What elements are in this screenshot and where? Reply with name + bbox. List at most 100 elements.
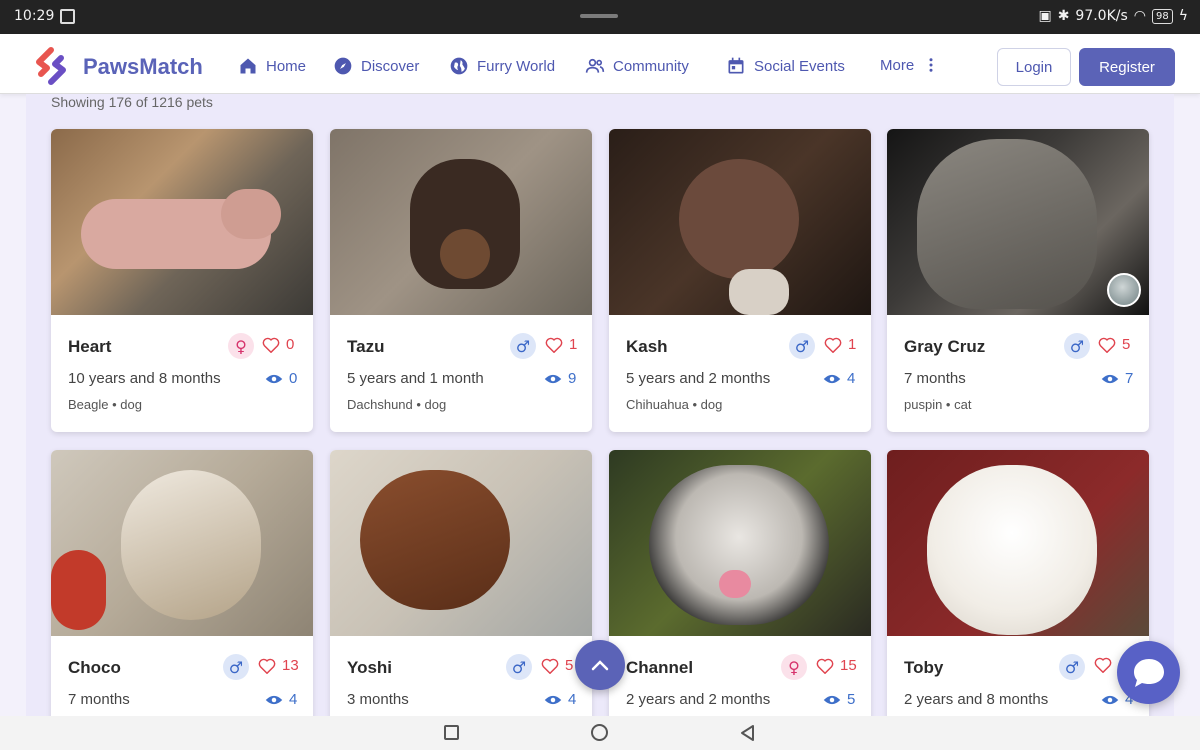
likes[interactable]: 1	[545, 336, 577, 353]
nav-community-label: Community	[613, 57, 689, 75]
pet-photo[interactable]	[609, 129, 871, 315]
views-count: 9	[568, 370, 577, 387]
drag-handle[interactable]	[580, 14, 618, 18]
compass-icon	[334, 57, 352, 75]
pet-age: 5 years and 1 month	[347, 370, 484, 387]
pet-photo[interactable]	[887, 450, 1149, 636]
views: 4	[823, 370, 855, 387]
chat-button[interactable]	[1117, 641, 1180, 704]
nav-community[interactable]: Community	[585, 56, 689, 76]
views: 7	[1101, 370, 1133, 387]
nav-discover[interactable]: Discover	[333, 56, 419, 76]
views-count: 4	[847, 370, 856, 387]
nav-social-events[interactable]: Social Events	[726, 56, 845, 76]
pet-photo[interactable]	[887, 129, 1149, 315]
likes[interactable]: 5	[541, 657, 573, 674]
brand-name[interactable]: PawsMatch	[83, 54, 203, 80]
net-speed: 97.0K/s	[1075, 8, 1128, 24]
wifi-icon: ◠	[1133, 8, 1147, 24]
gender-male-icon: ♂	[223, 654, 249, 680]
system-navigation-bar	[0, 716, 1200, 750]
nav-discover-label: Discover	[361, 57, 420, 75]
globe-icon	[450, 57, 468, 75]
views: 4	[265, 691, 297, 708]
pet-age: 2 years and 8 months	[904, 691, 1049, 708]
pet-breed: Chihuahua • dog	[626, 397, 723, 412]
pet-card[interactable]: Toby ♂ 2 years and 8 months 4	[887, 450, 1149, 716]
pet-age: 2 years and 2 months	[626, 691, 771, 708]
scroll-to-top-button[interactable]	[575, 640, 625, 690]
eye-icon	[1101, 374, 1119, 383]
nav-home[interactable]: Home	[238, 56, 306, 76]
eye-icon	[823, 695, 841, 704]
pet-breed: Dachshund • dog	[347, 397, 447, 412]
pawsmatch-logo-icon[interactable]	[33, 46, 69, 86]
likes[interactable]: 0	[262, 336, 294, 353]
likes-count: 0	[286, 336, 295, 353]
pet-name: Yoshi	[347, 658, 393, 677]
heart-icon	[1094, 657, 1112, 673]
pet-name: Channel	[626, 658, 694, 677]
likes-count: 5	[565, 657, 574, 674]
people-icon	[585, 58, 605, 73]
heart-icon	[824, 337, 842, 353]
likes[interactable]: 5	[1098, 336, 1130, 353]
pet-card[interactable]: Yoshi ♂ 5 3 months 4	[330, 450, 592, 716]
pet-name: Gray Cruz	[904, 337, 986, 356]
likes-count: 13	[282, 657, 299, 674]
views-count: 4	[289, 691, 298, 708]
pet-photo[interactable]	[330, 450, 592, 636]
top-navbar: PawsMatch Home Discover Furry World Comm…	[0, 34, 1200, 94]
likes[interactable]: 1	[824, 336, 856, 353]
gender-male-icon: ♂	[510, 333, 536, 359]
gender-male-icon: ♂	[1064, 333, 1090, 359]
views-count: 7	[1125, 370, 1134, 387]
owner-avatar[interactable]	[1107, 273, 1141, 307]
pet-card[interactable]: Channel ♀ 15 2 years and 2 months 5	[609, 450, 871, 716]
gender-male-icon: ♂	[1059, 654, 1085, 680]
heart-icon	[258, 658, 276, 674]
pet-name: Heart	[68, 337, 112, 356]
likes[interactable]: 15	[816, 657, 857, 674]
pet-age: 3 months	[347, 691, 409, 708]
pet-photo[interactable]	[609, 450, 871, 636]
likes-count: 1	[569, 336, 578, 353]
pet-age: 10 years and 8 months	[68, 370, 221, 387]
showing-count: Showing 176 of 1216 pets	[51, 94, 213, 110]
views: 5	[823, 691, 855, 708]
nav-furry-world[interactable]: Furry World	[449, 56, 555, 76]
chat-bubble-icon	[1133, 658, 1164, 687]
pet-photo[interactable]	[330, 129, 592, 315]
gender-male-icon: ♂	[506, 654, 532, 680]
likes[interactable]	[1094, 657, 1118, 673]
pet-card[interactable]: Choco ♂ 13 7 months 4	[51, 450, 313, 716]
heart-icon	[1098, 337, 1116, 353]
likes-count: 1	[848, 336, 857, 353]
gender-male-icon: ♂	[789, 333, 815, 359]
eye-icon	[1101, 695, 1119, 704]
heart-icon	[545, 337, 563, 353]
nav-more[interactable]: More	[880, 56, 940, 74]
likes[interactable]: 13	[258, 657, 299, 674]
pet-photo[interactable]	[51, 450, 313, 636]
pet-card[interactable]: Tazu ♂ 1 5 years and 1 month 9 Dachshund…	[330, 129, 592, 432]
back-icon[interactable]	[739, 724, 755, 742]
nav-furry-world-label: Furry World	[477, 57, 556, 75]
gender-female-icon: ♀	[228, 333, 254, 359]
pet-card[interactable]: Gray Cruz ♂ 5 7 months 7 puspin • cat	[887, 129, 1149, 432]
battery-level: 98	[1152, 8, 1173, 24]
views-count: 5	[847, 691, 856, 708]
login-button[interactable]: Login	[997, 48, 1071, 86]
recent-apps-button[interactable]	[444, 725, 459, 740]
pet-card[interactable]: Heart ♀ 0 10 years and 8 months 0 Beagle…	[51, 129, 313, 432]
status-time: 10:29	[14, 8, 55, 24]
register-button[interactable]: Register	[1079, 48, 1175, 86]
eye-icon	[265, 374, 283, 383]
nav-more-label: More	[880, 56, 915, 74]
pet-card[interactable]: Kash ♂ 1 5 years and 2 months 4 Chihuahu…	[609, 129, 871, 432]
heart-icon	[262, 337, 280, 353]
home-button[interactable]	[591, 724, 608, 741]
nav-social-events-label: Social Events	[754, 57, 845, 75]
pet-photo[interactable]	[51, 129, 313, 315]
pet-name: Tazu	[347, 337, 385, 356]
